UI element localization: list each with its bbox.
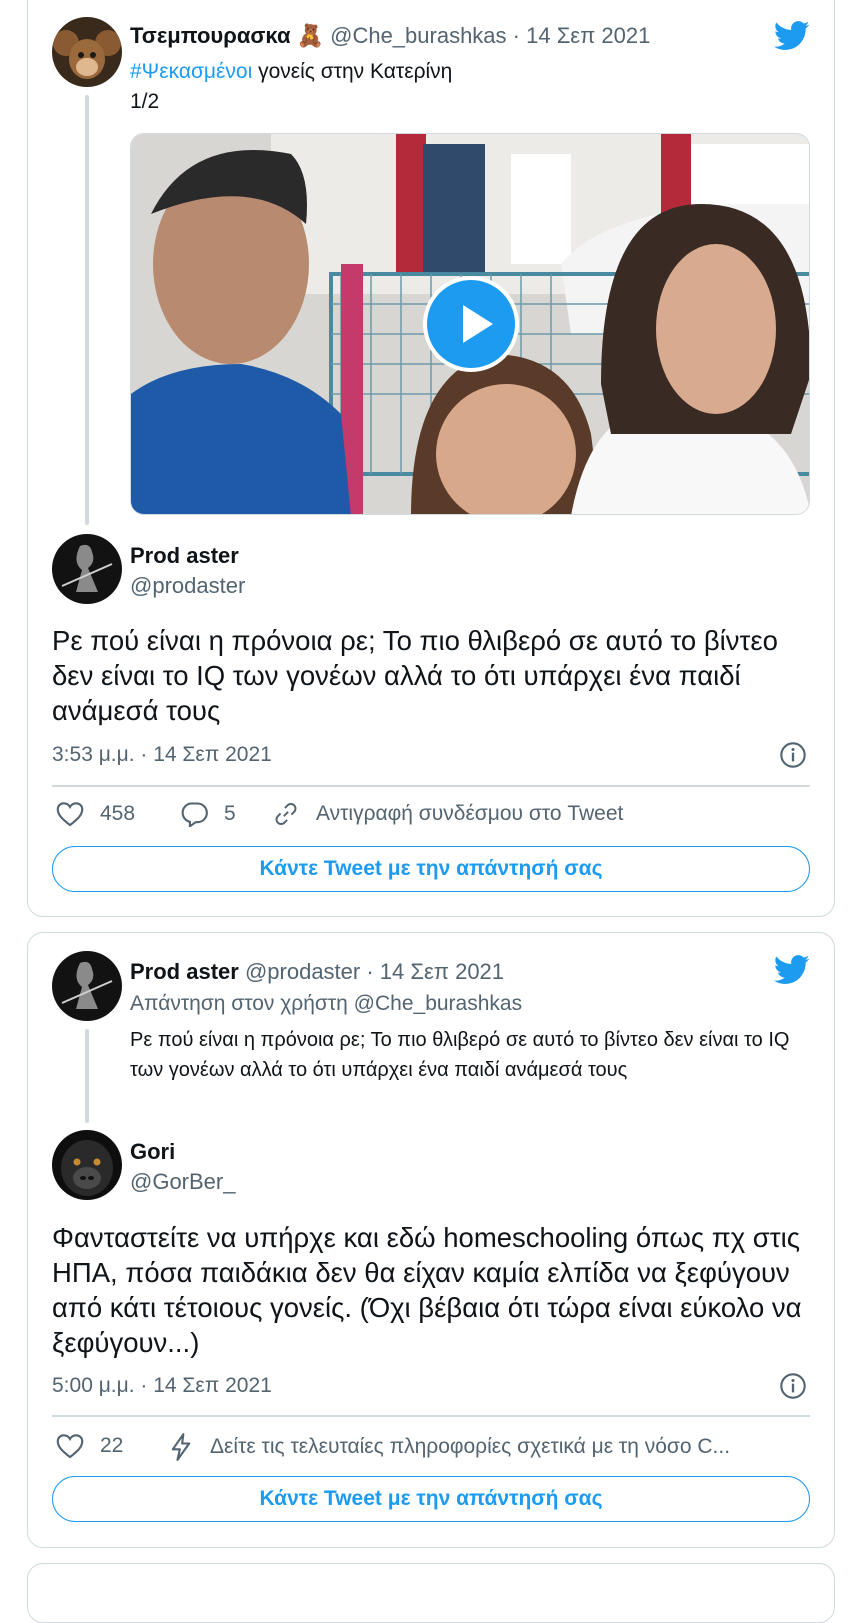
covid-info-label: Δείτε τις τελευταίες πληροφορίες σχετικά… [210, 1435, 731, 1458]
tweet-text-line2: 1/2 [130, 90, 160, 113]
hashtag-link[interactable]: #Ψεκασμένοι [130, 60, 252, 83]
lightning-icon [171, 1433, 191, 1461]
replying-to[interactable]: Απάντηση στον χρήστη @Che_burashkas [130, 992, 522, 1016]
tweet-text: #Ψεκασμένοι γονείς στην Κατερίνη 1/2 [130, 57, 452, 117]
embedded-tweet-card-1: Τσεμπουρασκα 🧸 @Che_burashkas · 14 Σεπ 2… [27, 0, 835, 917]
info-icon[interactable] [779, 1372, 807, 1400]
author-handle[interactable]: @Che_burashkas [330, 23, 506, 48]
heart-icon [56, 1434, 84, 1459]
avatar-gori[interactable] [52, 1130, 122, 1200]
tweet-your-reply-button[interactable]: Κάντε Tweet με την απάντησή σας [52, 1476, 810, 1522]
tweet-your-reply-button[interactable]: Κάντε Tweet με την απάντησή σας [52, 846, 810, 892]
author-name[interactable]: Τσεμπουρασκα 🧸 [130, 23, 324, 48]
reply-author-handle[interactable]: @GorBer_ [130, 1169, 235, 1195]
thread-connector-line [85, 1029, 89, 1123]
tweet-date[interactable]: 14 Σεπ 2021 [526, 23, 650, 48]
tweet-text-body: γονείς στην Κατερίνη [252, 60, 453, 83]
reply-timestamp[interactable]: 5:00 μ.μ. · 14 Σεπ 2021 [52, 1374, 272, 1398]
heart-icon [56, 802, 84, 827]
reply-timestamp[interactable]: 3:53 μ.μ. · 14 Σεπ 2021 [52, 743, 272, 767]
like-action[interactable]: 22 [56, 1433, 123, 1459]
twitter-bird-icon[interactable] [774, 955, 810, 985]
avatar-cheburashka[interactable] [52, 17, 122, 87]
embedded-tweet-card-3 [27, 1563, 835, 1623]
quoted-tweet-text: Ρε πού είναι η πρόνοια ρε; Το πιο θλιβερ… [130, 1029, 790, 1081]
separator-dot: · [360, 959, 380, 984]
like-action[interactable]: 458 [56, 801, 135, 827]
reply-author-name[interactable]: Prod aster [130, 543, 239, 569]
info-icon[interactable] [779, 741, 807, 769]
reply-tweet-text: Φανταστείτε να υπήρχε και εδώ homeschool… [52, 1222, 802, 1358]
copy-link-action[interactable]: Αντιγραφή συνδέσμου στο Tweet [272, 801, 623, 827]
avatar-prodaster[interactable] [52, 534, 122, 604]
reply-author-handle[interactable]: @prodaster [130, 573, 245, 599]
avatar-prodaster[interactable] [52, 951, 122, 1021]
video-thumbnail[interactable] [130, 133, 810, 515]
like-count: 22 [100, 1434, 124, 1457]
tweet-date[interactable]: 14 Σεπ 2021 [380, 959, 504, 984]
twitter-bird-icon[interactable] [774, 21, 810, 51]
author-handle[interactable]: @prodaster [245, 959, 360, 984]
reply-bubble-icon [181, 802, 208, 827]
divider [52, 1415, 810, 1417]
play-icon[interactable] [423, 276, 519, 372]
like-count: 458 [100, 802, 136, 825]
embedded-tweet-card-2: Prod aster @prodaster · 14 Σεπ 2021 Απάν… [27, 932, 835, 1548]
thread-connector-line [85, 95, 89, 525]
link-icon [275, 803, 297, 825]
reply-author-name[interactable]: Gori [130, 1139, 175, 1165]
covid-info-link[interactable]: Δείτε τις τελευταίες πληροφορίες σχετικά… [168, 1433, 808, 1461]
reply-tweet-text: Ρε πού είναι η πρόνοια ρε; Το πιο θλιβερ… [52, 625, 778, 726]
divider [52, 785, 810, 787]
author-name[interactable]: Prod aster [130, 959, 239, 984]
tweet-header: Τσεμπουρασκα 🧸 @Che_burashkas · 14 Σεπ 2… [130, 23, 650, 49]
reply-action[interactable]: 5 [180, 801, 236, 827]
copy-link-label: Αντιγραφή συνδέσμου στο Tweet [316, 802, 624, 825]
separator-dot: · [506, 23, 527, 48]
tweet-header: Prod aster @prodaster · 14 Σεπ 2021 [130, 959, 504, 985]
reply-count: 5 [224, 802, 236, 825]
